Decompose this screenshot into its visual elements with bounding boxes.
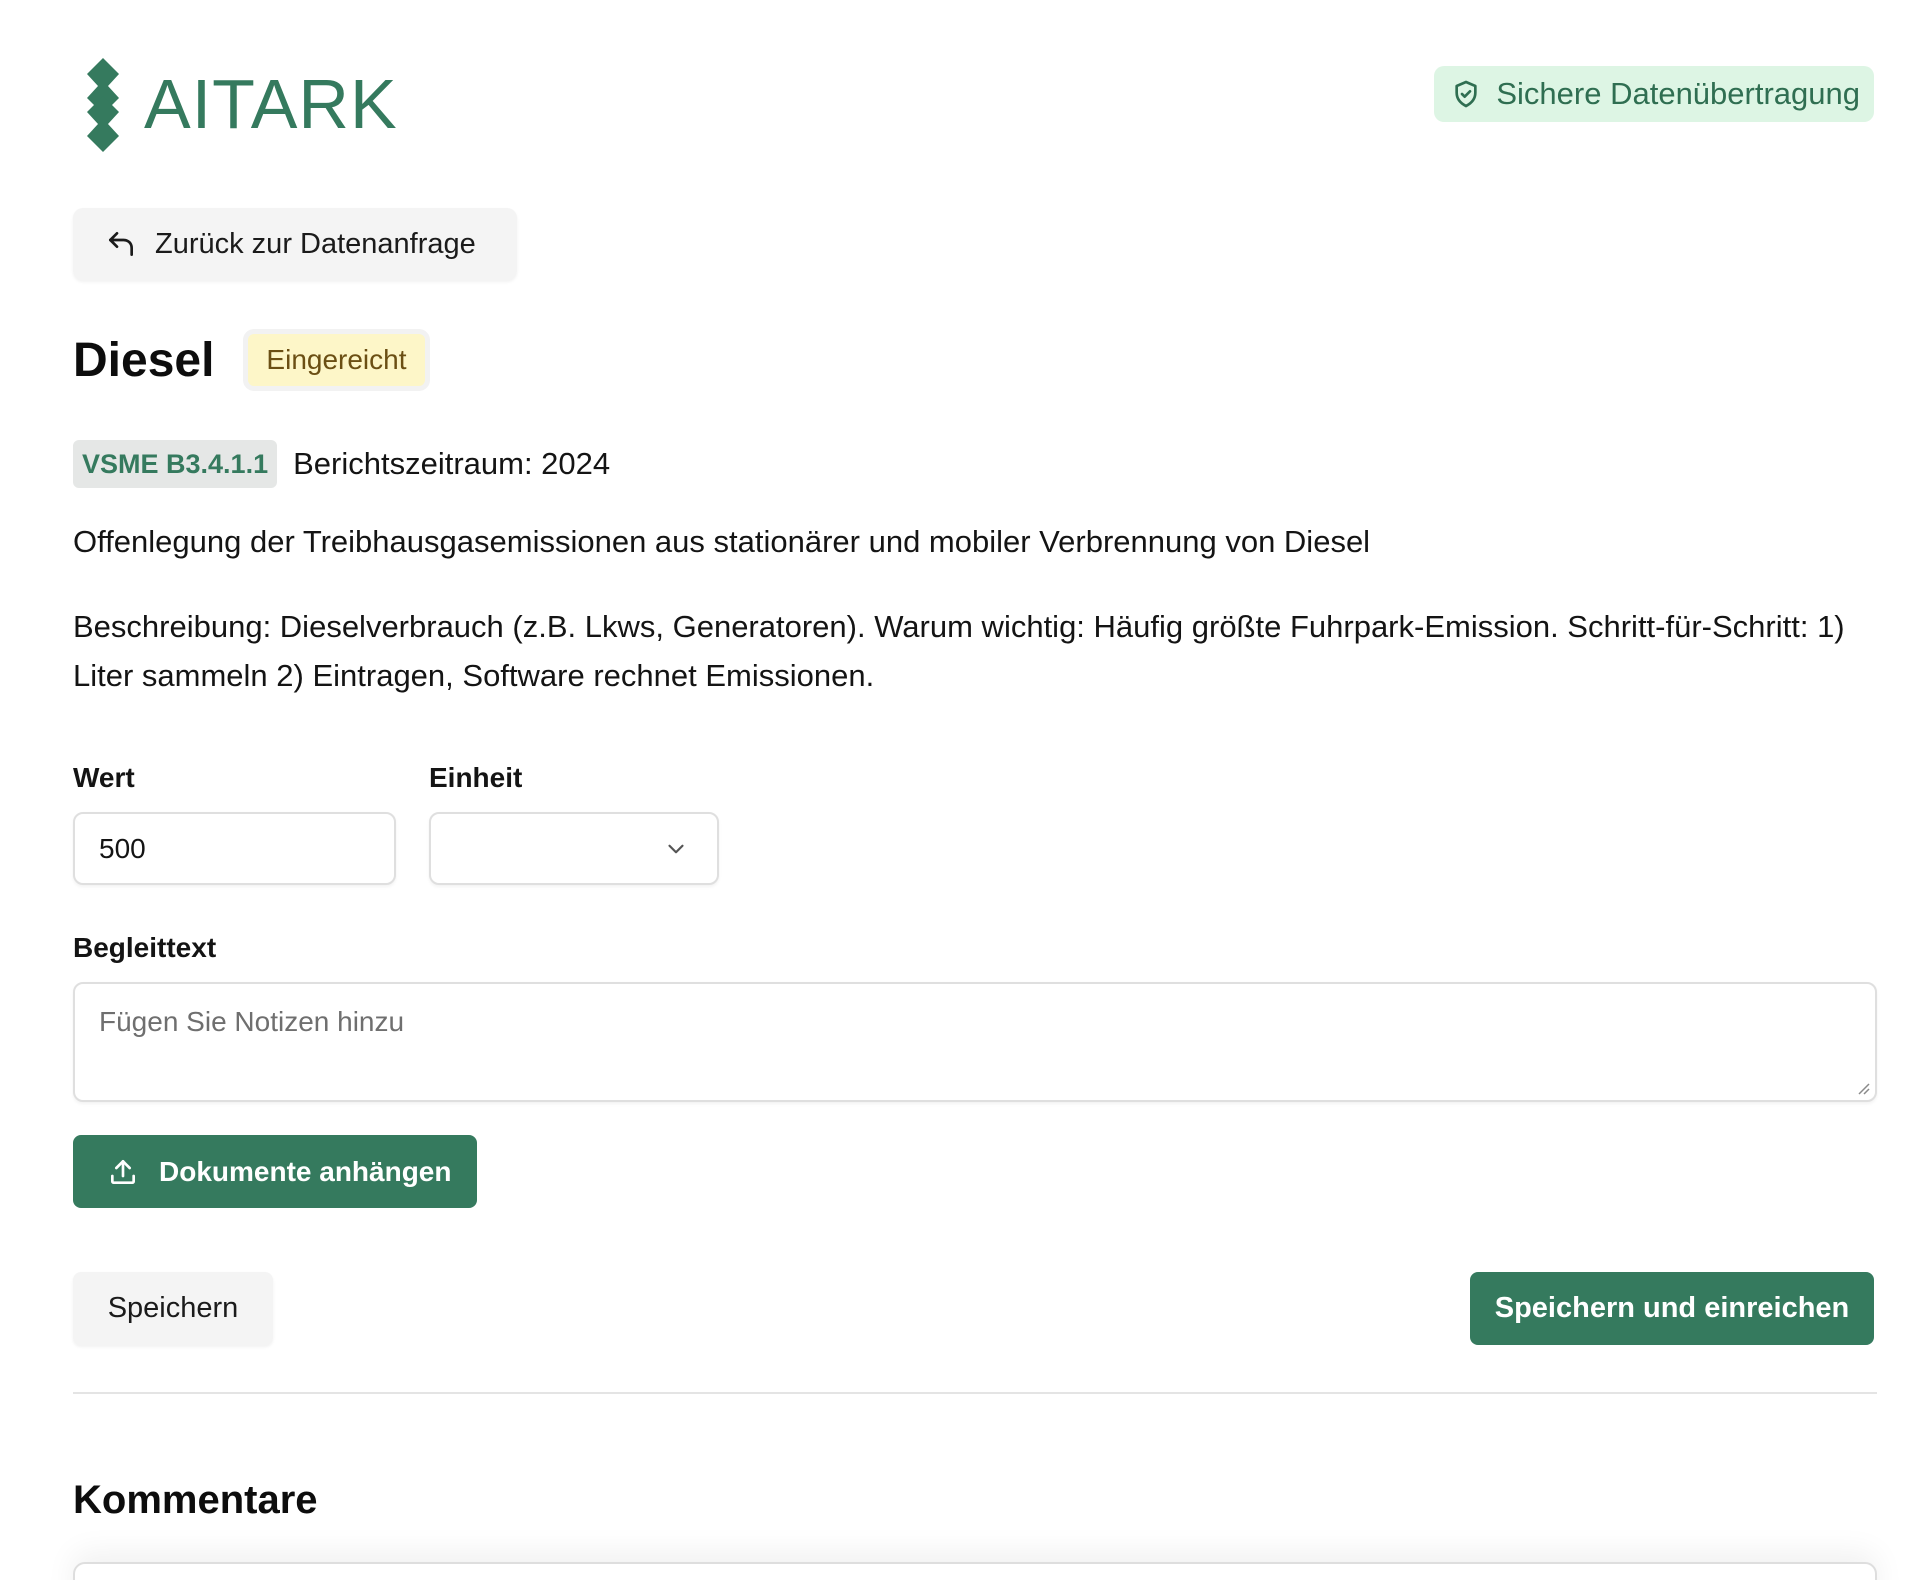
unit-label: Einheit [429,762,523,793]
attach-documents-button[interactable]: Dokumente anhängen [73,1135,477,1208]
secure-transfer-label: Sichere Datenübertragung [1496,76,1860,111]
disclosure-summary: Offenlegung der Treibhausgasemissionen a… [73,524,1371,559]
meta-row: VSME B3.4.1.1 Berichtszeitraum: 2024 [73,440,610,488]
title-row: Diesel Eingereicht [73,330,425,390]
notes-textarea[interactable]: Fügen Sie Notizen hinzu [73,982,1877,1102]
standard-code-badge: VSME B3.4.1.1 [73,440,278,488]
comments-heading: Kommentare [73,1478,318,1522]
attach-documents-label: Dokumente anhängen [159,1155,452,1187]
shield-check-icon [1455,80,1478,108]
value-input-text: 500 [99,832,146,864]
back-arrow-icon [109,232,133,256]
chevron-down-icon [668,844,684,854]
notes-label: Begleittext [73,932,217,963]
value-input[interactable]: 500 [73,812,396,885]
status-badge: Eingereicht [248,334,425,386]
upload-icon [111,1159,135,1184]
page-title: Diesel [73,333,215,387]
section-divider [73,1392,1877,1394]
disclosure-description: Beschreibung: Dieselverbrauch (z.B. Lkws… [73,609,1845,693]
back-to-request-button[interactable]: Zurück zur Datenanfrage [73,208,517,280]
notes-placeholder: Fügen Sie Notizen hinzu [99,1006,405,1037]
page: AITARK Sichere Datenübertragung Zurück z… [0,0,1930,1580]
back-button-label: Zurück zur Datenanfrage [155,227,476,260]
value-label: Wert [73,762,135,793]
save-and-submit-button[interactable]: Speichern und einreichen [1470,1272,1874,1345]
resize-grip-icon[interactable] [1855,1080,1871,1096]
logo-mark-icon [87,58,119,152]
unit-select[interactable] [429,812,719,885]
reporting-period: Berichtszeitraum: 2024 [293,446,611,481]
brand-name: AITARK [144,65,398,143]
secure-transfer-badge: Sichere Datenübertragung [1434,66,1874,122]
save-button[interactable]: Speichern [73,1272,273,1345]
brand-logo[interactable]: AITARK [84,56,398,152]
comment-card[interactable] [73,1562,1877,1580]
